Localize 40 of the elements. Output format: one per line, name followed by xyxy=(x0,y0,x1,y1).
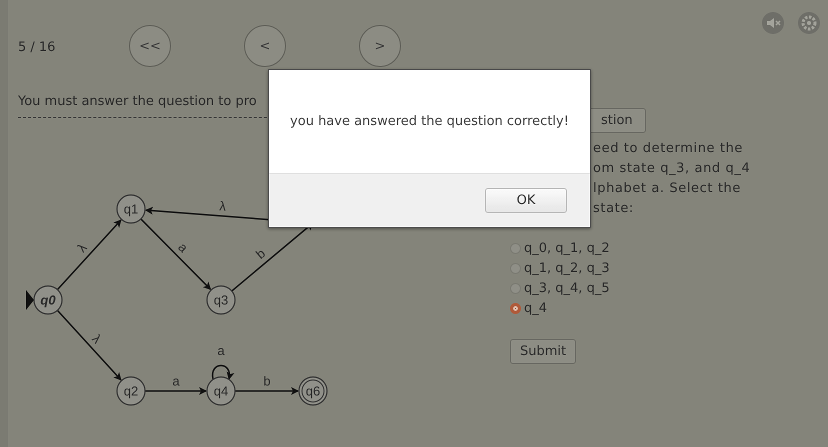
self-loop-arrow xyxy=(212,364,234,380)
state-label: q3 xyxy=(214,292,228,308)
state-label: q4 xyxy=(214,383,228,398)
state-node[interactable] xyxy=(206,285,236,315)
option-label: q_1, q_2, q_3 xyxy=(524,260,610,276)
state-node[interactable] xyxy=(298,376,328,406)
notice-text: You must answer the question to pro xyxy=(18,94,257,109)
transition-label: λ xyxy=(218,198,227,214)
nav-button[interactable]: > xyxy=(359,25,401,67)
option-label: q_4 xyxy=(524,300,548,316)
submit-button[interactable]: Submit xyxy=(510,339,576,364)
transition-label: λ xyxy=(89,331,105,346)
transition-label: a xyxy=(175,240,192,256)
state-node[interactable] xyxy=(33,285,63,315)
question-button[interactable]: stion xyxy=(588,108,646,133)
state-label: q6 xyxy=(306,383,320,398)
transition-arrow xyxy=(235,387,299,395)
dialog-message: you have answered the question correctly! xyxy=(290,114,569,129)
transition-label: b xyxy=(263,373,271,388)
progress-counter: 5 / 16 xyxy=(18,40,56,55)
transition-arrow xyxy=(56,310,122,381)
radio-button[interactable] xyxy=(510,302,521,314)
state-label: q1 xyxy=(124,201,138,216)
transition-arrow xyxy=(56,219,122,290)
option-label: q_3, q_4, q_5 xyxy=(524,280,610,296)
transition-label: a xyxy=(217,343,225,358)
state-node[interactable] xyxy=(206,376,236,406)
nav-button[interactable]: < xyxy=(244,25,286,67)
state-node[interactable] xyxy=(116,376,146,406)
transition-label: λ xyxy=(74,240,90,256)
nav-button[interactable]: << xyxy=(129,25,171,67)
option-label: q_0, q_1, q_2 xyxy=(524,240,610,256)
transition-label: b xyxy=(252,246,268,262)
state-label: q2 xyxy=(124,383,138,398)
transition-arrow xyxy=(145,387,207,395)
question-text: eed to determine the om state q_3, and q_4 lphabet a. Select the state: xyxy=(593,140,750,218)
transition-label: a xyxy=(172,373,180,388)
ok-button[interactable]: OK xyxy=(485,188,567,213)
state-label: q0 xyxy=(40,292,56,308)
state-node[interactable] xyxy=(116,194,146,224)
